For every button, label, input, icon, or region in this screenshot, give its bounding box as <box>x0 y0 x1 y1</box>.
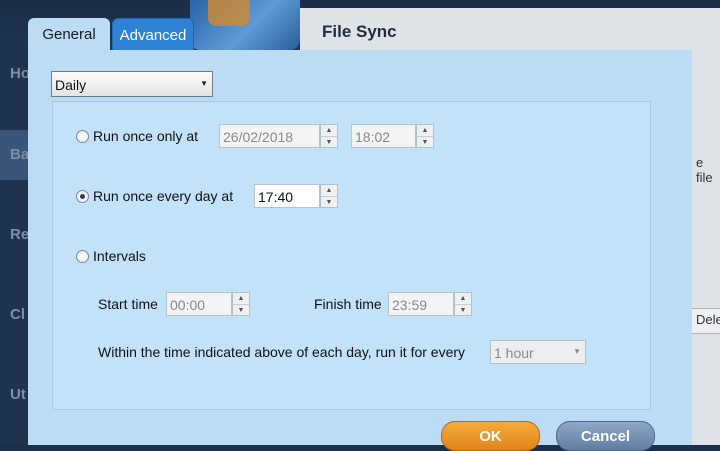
intervals-radio[interactable] <box>76 250 89 263</box>
schedule-type-value: Daily <box>55 77 87 93</box>
spin-up-icon[interactable]: ▲ <box>321 185 337 196</box>
run-once-date-stepper[interactable]: ▲ ▼ <box>320 124 338 148</box>
sidebar-item-clone[interactable]: Cl <box>10 306 25 323</box>
spin-up-icon[interactable]: ▲ <box>233 293 249 304</box>
sidebar-item-utilities[interactable]: Ut <box>10 386 26 403</box>
run-daily-time-field[interactable]: 17:40 <box>254 184 320 208</box>
spin-up-icon[interactable]: ▲ <box>417 125 433 136</box>
tab-general[interactable]: General <box>28 18 110 51</box>
run-once-label: Run once only at <box>93 128 199 144</box>
sidebar-item-restore[interactable]: Re <box>10 226 29 243</box>
sidebar-item-backup[interactable]: Ba <box>10 146 29 163</box>
repeat-interval-value: 1 hour <box>494 345 534 361</box>
background-title: File Sync <box>322 22 397 41</box>
schedule-type-select[interactable]: Daily ▼ <box>51 71 213 97</box>
finish-time-stepper[interactable]: ▲ ▼ <box>454 292 472 316</box>
background-text: e file <box>696 155 713 185</box>
chevron-down-icon: ▼ <box>573 347 581 356</box>
run-daily-label: Run once every day at <box>93 188 234 204</box>
spin-down-icon[interactable]: ▼ <box>455 304 471 315</box>
run-daily-time-stepper[interactable]: ▲ ▼ <box>320 184 338 208</box>
ok-button[interactable]: OK <box>441 421 540 451</box>
repeat-interval-select[interactable]: 1 hour ▼ <box>490 340 586 364</box>
tab-advanced[interactable]: Advanced <box>112 18 194 51</box>
spin-down-icon[interactable]: ▼ <box>233 304 249 315</box>
sidebar-item-home[interactable]: Ho <box>10 65 30 82</box>
spin-up-icon[interactable]: ▲ <box>455 293 471 304</box>
spin-down-icon[interactable]: ▼ <box>321 196 337 207</box>
run-once-date-field[interactable]: 26/02/2018 <box>219 124 320 148</box>
run-daily-radio[interactable] <box>76 190 89 203</box>
spin-down-icon[interactable]: ▼ <box>417 136 433 147</box>
chevron-down-icon: ▼ <box>200 79 208 88</box>
spin-down-icon[interactable]: ▼ <box>321 136 337 147</box>
run-once-time-field[interactable]: 18:02 <box>351 124 416 148</box>
start-time-field[interactable]: 00:00 <box>166 292 232 316</box>
cancel-button[interactable]: Cancel <box>556 421 655 451</box>
start-time-stepper[interactable]: ▲ ▼ <box>232 292 250 316</box>
app-logo <box>190 0 300 50</box>
run-once-radio[interactable] <box>76 130 89 143</box>
finish-time-field[interactable]: 23:59 <box>388 292 454 316</box>
intervals-label: Intervals <box>93 248 146 264</box>
repeat-label: Within the time indicated above of each … <box>98 344 466 360</box>
background-delete-label: Dele <box>696 312 720 327</box>
spin-up-icon[interactable]: ▲ <box>321 125 337 136</box>
logo-shape <box>208 0 250 26</box>
start-time-label: Start time <box>98 296 158 312</box>
finish-time-label: Finish time <box>314 296 382 312</box>
run-once-time-stepper[interactable]: ▲ ▼ <box>416 124 434 148</box>
